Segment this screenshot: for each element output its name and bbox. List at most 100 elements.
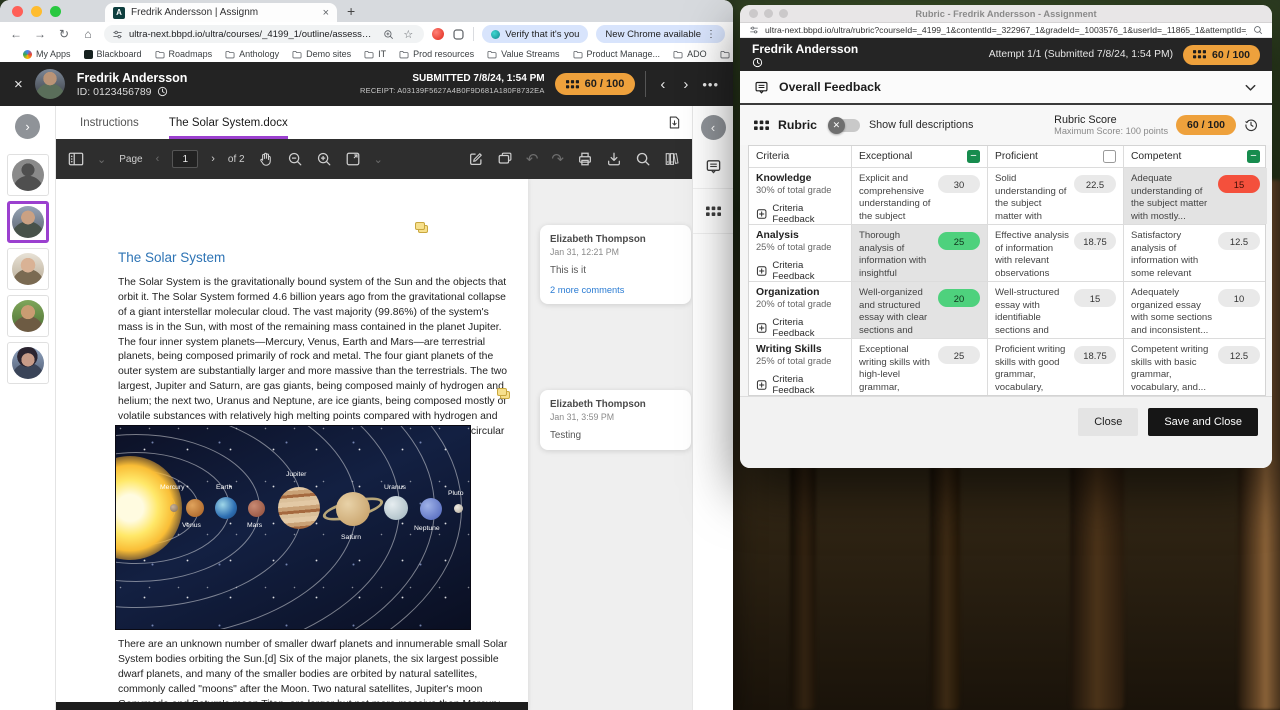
rubric-cell-selected[interactable]: Adequate understanding of the subject ma… [1124,168,1267,224]
rubric-cell[interactable]: Proficient writing skills with good gram… [988,339,1124,395]
student-list-item[interactable] [7,342,49,384]
criteria-feedback-button[interactable]: Criteria Feedback [756,203,844,224]
kebab-menu-icon[interactable]: ⋮ [706,29,716,40]
points-pill[interactable]: 18.75 [1074,346,1116,364]
more-options-icon[interactable]: ••• [702,77,719,92]
forward-icon[interactable]: → [32,27,48,41]
rubric-panel-icon[interactable] [693,189,733,234]
comment-marker-icon[interactable] [415,222,429,234]
back-icon[interactable]: ← [8,27,24,41]
points-pill[interactable]: 12.5 [1218,232,1260,250]
clock-icon[interactable] [752,57,763,68]
tab-close-icon[interactable]: × [323,7,329,19]
comment-card[interactable]: Elizabeth Thompson Jan 31, 12:21 PM This… [540,225,691,304]
browser-tab[interactable]: A Fredrik Andersson | Assignm × [105,3,337,22]
zoom-in-icon[interactable] [316,151,332,167]
close-grading-icon[interactable]: × [14,76,23,93]
feedback-panel-icon[interactable] [693,144,733,189]
criteria-feedback-button[interactable]: Criteria Feedback [756,260,844,281]
points-pill[interactable]: 10 [1218,289,1260,307]
zoom-out-icon[interactable] [287,151,303,167]
collapse-panel-button[interactable]: ‹ [701,115,726,140]
more-comments-link[interactable]: 2 more comments [550,285,681,295]
bookmark-folder[interactable]: CBE [720,49,733,59]
bookmark-folder[interactable]: Value Streams [487,49,559,59]
bookmark-item[interactable]: Blackboard [84,49,142,59]
annotate-icon[interactable] [468,151,484,167]
comment-marker-icon[interactable] [497,388,511,400]
save-and-close-button[interactable]: Save and Close [1148,408,1258,436]
site-settings-icon[interactable] [112,29,123,40]
bookmark-folder[interactable]: Demo sites [292,49,351,59]
reload-icon[interactable]: ↻ [56,27,72,41]
next-page-icon[interactable]: › [211,153,215,165]
home-icon[interactable]: ⌂ [80,27,96,41]
rubric-cell[interactable]: Well-structured essay with identifiable … [988,282,1124,338]
close-button[interactable]: Close [1078,408,1138,436]
points-pill[interactable]: 30 [938,175,980,193]
points-pill[interactable]: 18.75 [1074,232,1116,250]
rubric-cell[interactable]: Explicit and comprehensive understanding… [852,168,988,224]
close-window-button[interactable] [12,6,23,17]
student-list-item-selected[interactable] [7,201,49,243]
page-number-input[interactable] [172,150,198,168]
bookmark-folder[interactable]: Product Manage... [573,49,661,59]
points-pill-selected[interactable]: 15 [1218,175,1260,193]
clock-icon[interactable] [157,86,168,97]
tab-document[interactable]: The Solar System.docx [169,106,288,139]
rubric-cell[interactable]: Effective analysis of information with r… [988,225,1124,281]
library-icon[interactable] [664,151,680,167]
rubric-cell[interactable]: Adequately organized essay with some sec… [1124,282,1267,338]
rubric-cell[interactable]: Exceptional writing skills with high-lev… [852,339,988,395]
criteria-feedback-button[interactable]: Criteria Feedback [756,317,844,338]
points-pill[interactable]: 22.5 [1074,175,1116,193]
zoom-page-icon[interactable] [1253,25,1263,35]
search-document-icon[interactable] [635,151,651,167]
show-descriptions-toggle[interactable]: ✕ [830,119,860,132]
chrome-update-chip[interactable]: New Chrome available ⋮ [596,25,725,43]
criteria-feedback-button[interactable]: Criteria Feedback [756,374,844,395]
comment-card[interactable]: Elizabeth Thompson Jan 31, 3:59 PM Testi… [540,390,691,450]
extensions-menu-icon[interactable] [452,28,465,41]
close-window-button[interactable] [749,9,758,18]
column-checkbox-unchecked[interactable] [1103,150,1116,163]
rubric-cell[interactable]: Satisfactory analysis of information wit… [1124,225,1267,281]
minimize-window-button[interactable] [31,6,42,17]
rubric-window-titlebar[interactable]: Rubric - Fredrik Andersson - Assignment [740,5,1272,23]
column-checkbox-checked[interactable]: − [1247,150,1260,163]
column-checkbox-checked[interactable]: − [967,150,980,163]
points-pill-selected[interactable]: 20 [938,289,980,307]
rubric-cell[interactable]: Competent writing skills with basic gram… [1124,339,1267,395]
points-pill[interactable]: 12.5 [1218,346,1260,364]
fit-options-chevron-icon[interactable]: ⌄ [374,153,383,166]
pan-hand-icon[interactable] [258,151,274,167]
comments-icon[interactable] [497,151,513,167]
grade-pill[interactable]: 60 / 100 [1183,45,1260,65]
undo-icon[interactable]: ↶ [526,152,539,167]
zoom-page-icon[interactable] [383,29,394,40]
extension-icon[interactable] [432,28,444,40]
bookmark-folder[interactable]: Prod resources [399,49,474,59]
thumbnails-panel-icon[interactable] [68,151,84,167]
maximize-window-button[interactable] [779,9,788,18]
grade-history-icon[interactable] [1244,118,1258,132]
new-tab-button[interactable]: + [347,3,355,19]
site-settings-icon[interactable] [749,25,759,35]
next-student-button[interactable]: › [679,76,692,93]
points-pill-selected[interactable]: 25 [938,232,980,250]
points-pill[interactable]: 15 [1074,289,1116,307]
expand-student-list-button[interactable]: › [15,114,40,139]
previous-page-icon[interactable]: ‹ [156,153,160,165]
bookmark-folder[interactable]: Anthology [225,49,279,59]
student-list-item[interactable] [7,295,49,337]
rubric-cell-selected[interactable]: Thorough analysis of information with in… [852,225,988,281]
rubric-cell[interactable]: Solid understanding of the subject matte… [988,168,1124,224]
rubric-cell-selected[interactable]: Well-organized and structured essay with… [852,282,988,338]
verify-identity-chip[interactable]: Verify that it's you [482,25,588,43]
print-icon[interactable] [577,151,593,167]
overall-feedback-row[interactable]: Overall Feedback [740,71,1272,105]
tab-instructions[interactable]: Instructions [80,106,139,139]
url-bar[interactable]: ultra-next.bbpd.io/ultra/courses/_4199_1… [104,25,424,43]
student-list-item[interactable] [7,154,49,196]
bookmark-folder[interactable]: Roadmaps [155,49,213,59]
